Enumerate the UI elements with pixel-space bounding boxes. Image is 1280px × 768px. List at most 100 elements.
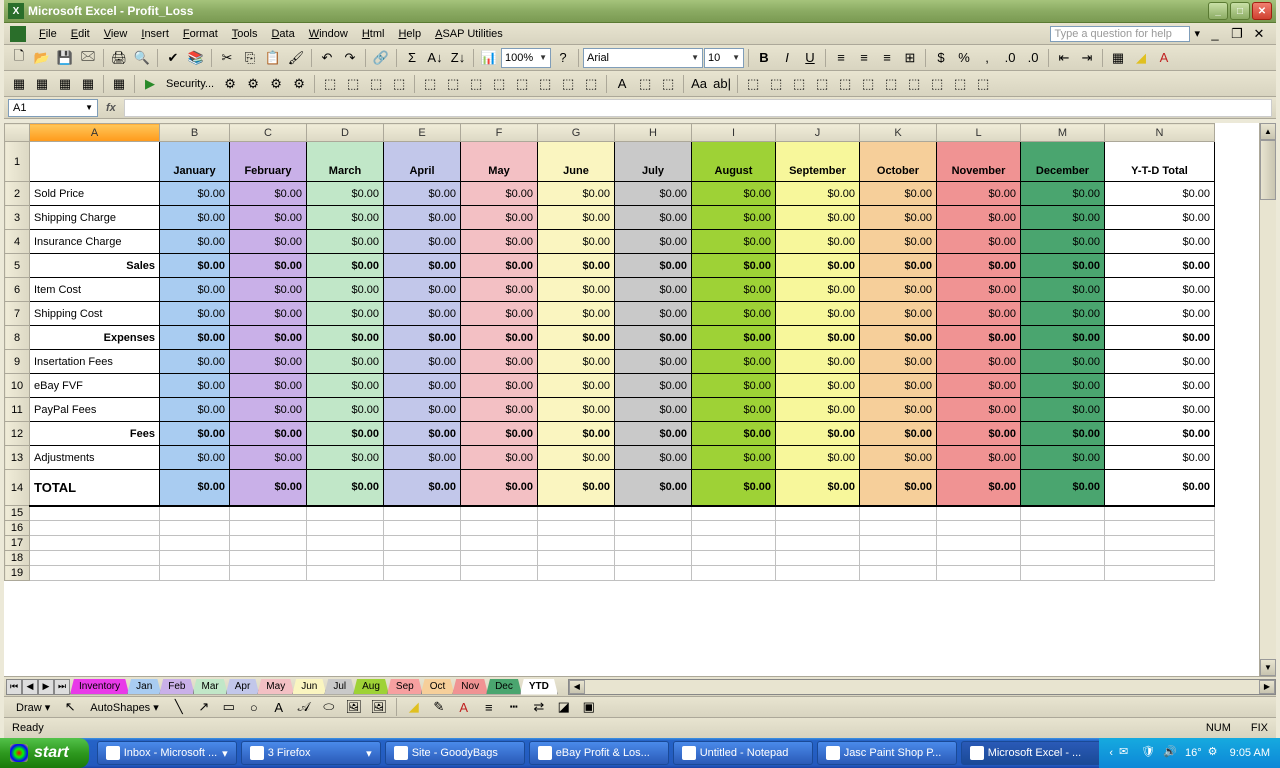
data-cell[interactable]: $0.00 bbox=[461, 278, 538, 302]
data-cell[interactable]: $0.00 bbox=[1105, 206, 1215, 230]
data-cell[interactable]: $0.00 bbox=[1105, 350, 1215, 374]
column-header-I[interactable]: I bbox=[692, 124, 776, 142]
run-macro-icon[interactable]: ▶ bbox=[139, 73, 161, 95]
data-cell[interactable]: $0.00 bbox=[461, 470, 538, 506]
empty-cell[interactable] bbox=[692, 536, 776, 551]
data-cell[interactable]: $0.00 bbox=[776, 446, 860, 470]
data-cell[interactable]: $0.00 bbox=[230, 206, 307, 230]
data-cell[interactable]: $0.00 bbox=[230, 470, 307, 506]
data-cell[interactable]: $0.00 bbox=[538, 278, 615, 302]
taskbar-item[interactable]: eBay Profit & Los... bbox=[529, 741, 669, 765]
data-cell[interactable]: $0.00 bbox=[776, 254, 860, 278]
header-cell[interactable]: July bbox=[615, 142, 692, 182]
data-cell[interactable]: $0.00 bbox=[538, 302, 615, 326]
data-cell[interactable]: $0.00 bbox=[615, 302, 692, 326]
data-cell[interactable]: $0.00 bbox=[307, 302, 384, 326]
toolbar-icon[interactable]: ⚙ bbox=[219, 73, 241, 95]
empty-cell[interactable] bbox=[860, 506, 937, 521]
row-label-cell[interactable]: Expenses bbox=[30, 326, 160, 350]
row-label-cell[interactable]: Sales bbox=[30, 254, 160, 278]
data-cell[interactable]: $0.00 bbox=[160, 206, 230, 230]
row-label-cell[interactable]: PayPal Fees bbox=[30, 398, 160, 422]
data-cell[interactable]: $0.00 bbox=[307, 278, 384, 302]
data-cell[interactable]: $0.00 bbox=[160, 446, 230, 470]
align-right-icon[interactable]: ≡ bbox=[876, 47, 898, 69]
empty-cell[interactable] bbox=[692, 566, 776, 581]
data-cell[interactable]: $0.00 bbox=[461, 398, 538, 422]
data-cell[interactable]: $0.00 bbox=[860, 206, 937, 230]
data-cell[interactable]: $0.00 bbox=[615, 470, 692, 506]
empty-cell[interactable] bbox=[1105, 551, 1215, 566]
empty-cell[interactable] bbox=[538, 521, 615, 536]
taskbar-item[interactable]: Microsoft Excel - ... bbox=[961, 741, 1100, 765]
system-tray[interactable]: ‹ ✉ 🛡 🔊 16° ⚙ 9:05 AM bbox=[1099, 738, 1280, 768]
data-cell[interactable]: $0.00 bbox=[860, 470, 937, 506]
data-cell[interactable]: $0.00 bbox=[615, 254, 692, 278]
align-center-icon[interactable]: ≡ bbox=[853, 47, 875, 69]
open-icon[interactable]: 📂 bbox=[31, 47, 53, 69]
data-cell[interactable]: $0.00 bbox=[1021, 350, 1105, 374]
header-cell[interactable]: October bbox=[860, 142, 937, 182]
data-cell[interactable]: $0.00 bbox=[776, 206, 860, 230]
data-cell[interactable]: $0.00 bbox=[384, 398, 461, 422]
data-cell[interactable]: $0.00 bbox=[937, 422, 1021, 446]
data-cell[interactable]: $0.00 bbox=[615, 422, 692, 446]
data-cell[interactable]: $0.00 bbox=[692, 470, 776, 506]
sheet-tab-jul[interactable]: Jul bbox=[324, 679, 355, 695]
security-link[interactable]: Security... bbox=[162, 78, 218, 90]
empty-cell[interactable] bbox=[230, 521, 307, 536]
data-cell[interactable]: $0.00 bbox=[692, 278, 776, 302]
empty-cell[interactable] bbox=[937, 551, 1021, 566]
formula-input[interactable] bbox=[124, 99, 1272, 117]
data-cell[interactable]: $0.00 bbox=[860, 254, 937, 278]
data-cell[interactable]: $0.00 bbox=[160, 302, 230, 326]
empty-cell[interactable] bbox=[1021, 506, 1105, 521]
data-cell[interactable]: $0.00 bbox=[937, 470, 1021, 506]
empty-cell[interactable] bbox=[937, 521, 1021, 536]
research-icon[interactable]: 📚 bbox=[185, 47, 207, 69]
data-cell[interactable]: $0.00 bbox=[160, 374, 230, 398]
sheet-tab-nov[interactable]: Nov bbox=[452, 679, 488, 695]
empty-cell[interactable] bbox=[230, 566, 307, 581]
data-cell[interactable]: $0.00 bbox=[384, 182, 461, 206]
data-cell[interactable]: $0.00 bbox=[538, 350, 615, 374]
shadow-icon[interactable]: ◪ bbox=[553, 696, 575, 718]
empty-cell[interactable] bbox=[230, 536, 307, 551]
row-header[interactable]: 9 bbox=[5, 350, 30, 374]
data-cell[interactable]: $0.00 bbox=[461, 326, 538, 350]
toolbar-icon[interactable]: ⬚ bbox=[365, 73, 387, 95]
data-cell[interactable]: $0.00 bbox=[461, 254, 538, 278]
empty-cell[interactable] bbox=[538, 536, 615, 551]
font-size-combo[interactable]: 10▼ bbox=[704, 48, 744, 68]
data-cell[interactable]: $0.00 bbox=[615, 182, 692, 206]
data-cell[interactable]: $0.00 bbox=[307, 254, 384, 278]
tray-icon[interactable]: ⚙ bbox=[1208, 745, 1224, 761]
empty-cell[interactable] bbox=[461, 536, 538, 551]
data-cell[interactable]: $0.00 bbox=[1105, 470, 1215, 506]
increase-indent-icon[interactable]: ⇥ bbox=[1076, 47, 1098, 69]
toolbar-icon[interactable]: ⬚ bbox=[557, 73, 579, 95]
empty-cell[interactable] bbox=[160, 536, 230, 551]
row-header[interactable]: 19 bbox=[5, 566, 30, 581]
data-cell[interactable]: $0.00 bbox=[615, 398, 692, 422]
data-cell[interactable]: $0.00 bbox=[1105, 278, 1215, 302]
select-objects-icon[interactable]: ↖ bbox=[59, 696, 81, 718]
data-cell[interactable]: $0.00 bbox=[615, 446, 692, 470]
toolbar-icon[interactable]: ▦ bbox=[108, 73, 130, 95]
data-cell[interactable]: $0.00 bbox=[307, 470, 384, 506]
data-cell[interactable]: $0.00 bbox=[160, 422, 230, 446]
empty-cell[interactable] bbox=[1105, 566, 1215, 581]
toolbar-icon[interactable]: ⬚ bbox=[634, 73, 656, 95]
toolbar-icon[interactable]: ⬚ bbox=[765, 73, 787, 95]
fill-color-icon[interactable]: ◢ bbox=[403, 696, 425, 718]
copy-icon[interactable]: ⎘ bbox=[239, 47, 261, 69]
taskbar-item[interactable]: 3 Firefox ▾ bbox=[241, 741, 381, 765]
toolbar-icon[interactable]: ⬚ bbox=[388, 73, 410, 95]
3d-icon[interactable]: ▣ bbox=[578, 696, 600, 718]
toolbar-icon[interactable]: ⬚ bbox=[949, 73, 971, 95]
sheet-tab-may[interactable]: May bbox=[257, 679, 294, 695]
hyperlink-icon[interactable]: 🔗 bbox=[370, 47, 392, 69]
empty-cell[interactable] bbox=[776, 506, 860, 521]
line-style-icon[interactable]: ≡ bbox=[478, 696, 500, 718]
header-cell[interactable]: June bbox=[538, 142, 615, 182]
